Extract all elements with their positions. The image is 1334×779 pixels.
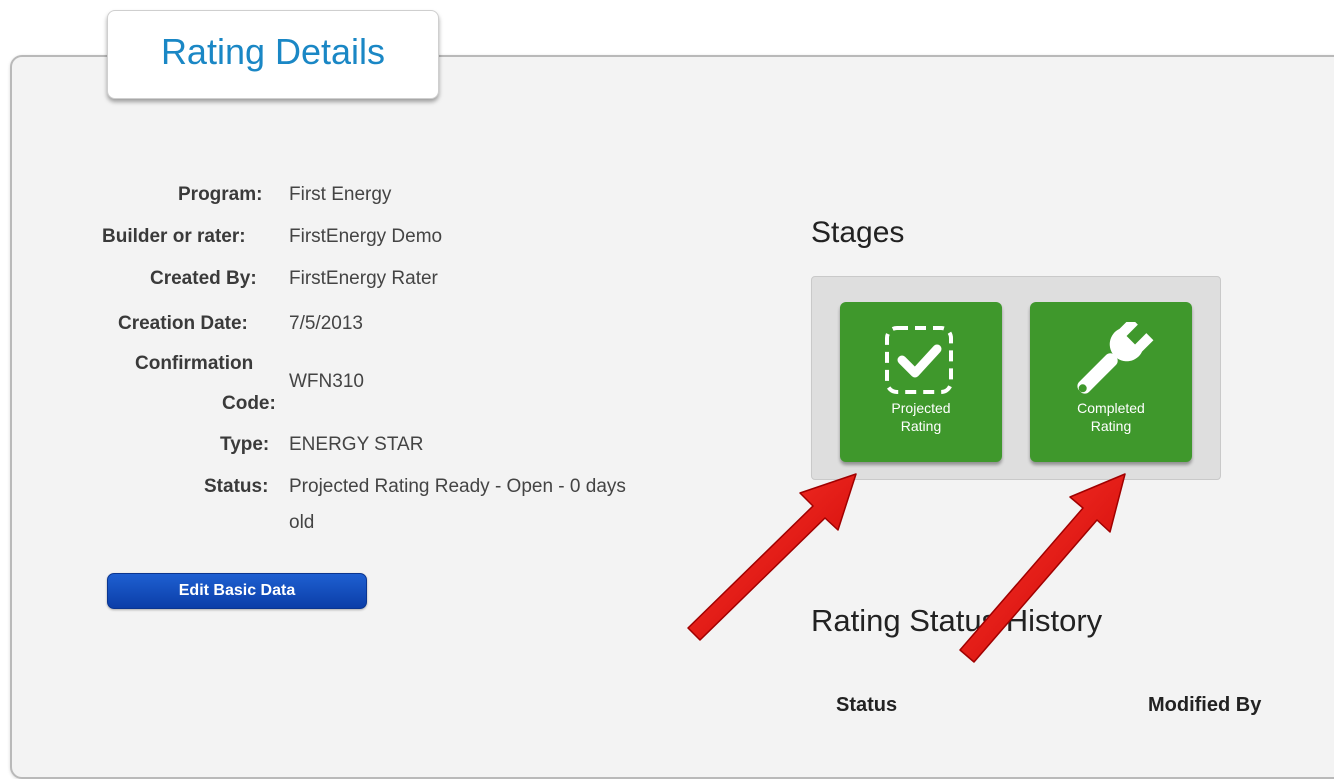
detail-label: Creation Date: (118, 313, 248, 334)
detail-label: Status: (204, 476, 269, 497)
column-header-modified-by[interactable]: Modified By (1148, 694, 1261, 717)
detail-value: ENERGY STAR (289, 434, 424, 455)
detail-label: Type: (220, 434, 270, 455)
wrench-icon (1030, 317, 1192, 402)
detail-value-continued: old (289, 512, 315, 533)
detail-label: Code: (222, 393, 276, 414)
stage-caption: Projected Rating (891, 400, 951, 434)
detail-value: 7/5/2013 (289, 313, 363, 334)
detail-label: Confirmation (135, 353, 254, 374)
detail-value: FirstEnergy Rater (289, 268, 438, 289)
checkbox-check-icon (840, 322, 1002, 402)
page-title-tab: Rating Details (107, 10, 439, 99)
column-header-status[interactable]: Status (836, 694, 897, 717)
detail-value: First Energy (289, 184, 392, 205)
detail-value: FirstEnergy Demo (289, 226, 443, 247)
stages-heading: Stages (811, 216, 905, 249)
detail-label: Created By: (150, 268, 257, 289)
detail-label: Builder or rater: (102, 226, 246, 247)
detail-label: Program: (178, 184, 263, 205)
page-title: Rating Details (160, 30, 386, 72)
stage-caption: Completed Rating (1077, 400, 1145, 434)
edit-basic-data-button[interactable]: Edit Basic Data (107, 573, 367, 609)
edit-basic-data-label: Edit Basic Data (178, 582, 296, 599)
stage-completed-rating-button[interactable]: Completed Rating (1030, 302, 1192, 462)
detail-value: Projected Rating Ready - Open - 0 days (289, 476, 626, 497)
detail-value: WFN310 (289, 371, 364, 392)
rating-status-history-heading: Rating Status History (811, 603, 1103, 638)
stage-projected-rating-button[interactable]: Projected Rating (840, 302, 1002, 462)
